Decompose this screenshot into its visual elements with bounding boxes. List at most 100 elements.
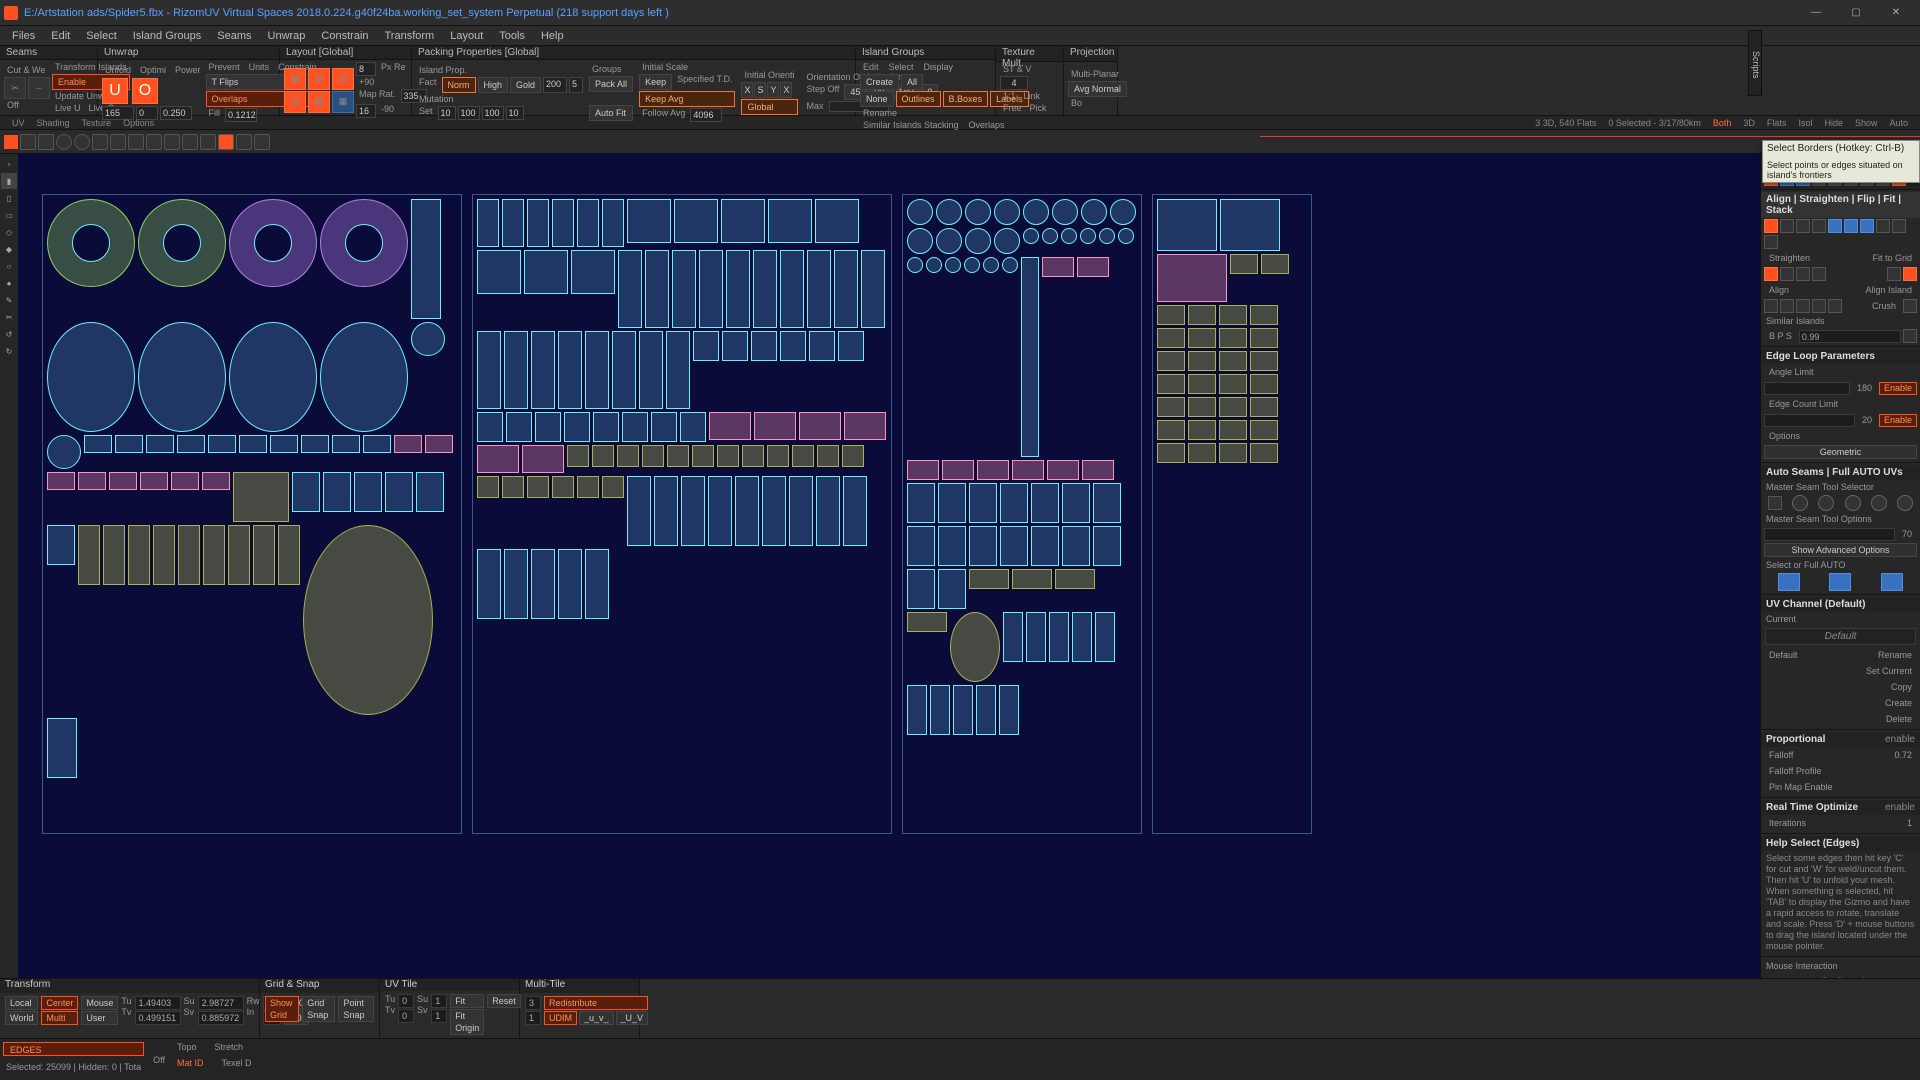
as-c1-icon[interactable] [1792,495,1808,511]
pack-button-2[interactable]: ▧ [308,68,330,90]
sel-tool-b-icon[interactable] [182,134,198,150]
tool-5[interactable]: ◆ [1,241,17,257]
norm-button[interactable]: Norm [442,77,476,93]
pointer-icon[interactable] [4,135,18,149]
align-5-icon[interactable] [1828,219,1842,233]
sel-rect-icon[interactable] [20,134,36,150]
menu-tools[interactable]: Tools [491,28,533,44]
menu-select[interactable]: Select [78,28,125,44]
as-c4-icon[interactable] [1871,495,1887,511]
align-2-icon[interactable] [1780,219,1794,233]
align-3-icon[interactable] [1796,219,1810,233]
menu-layout[interactable]: Layout [442,28,491,44]
sel-active-icon[interactable] [218,134,234,150]
str-4-icon[interactable] [1812,267,1826,281]
maximize-button[interactable]: ▢ [1836,3,1876,23]
geometric-button[interactable]: Geometric [1764,445,1917,459]
menu-unwrap[interactable]: Unwrap [260,28,314,44]
sel-tool-d-icon[interactable] [236,134,252,150]
as-c5-icon[interactable] [1897,495,1913,511]
count-enable-button[interactable]: Enable [1879,414,1917,427]
menu-island-groups[interactable]: Island Groups [125,28,209,44]
sel-rect2-icon[interactable] [38,134,54,150]
crush-icon[interactable] [1903,299,1917,313]
keepavg-button[interactable]: Keep Avg [639,91,735,107]
align-6-icon[interactable] [1844,219,1858,233]
menu-seams[interactable]: Seams [209,28,259,44]
fit-2-icon[interactable] [1903,267,1917,281]
optimize-button[interactable]: O [132,78,158,104]
menu-transform[interactable]: Transform [377,28,443,44]
sim-go-icon[interactable] [1903,329,1917,343]
tool-face[interactable]: ▯ [1,190,17,206]
fullauto-2-icon[interactable] [1829,573,1851,591]
close-button[interactable]: ✕ [1876,3,1916,23]
tool-7[interactable]: ● [1,275,17,291]
as-c3-icon[interactable] [1845,495,1861,511]
sel-wand-icon[interactable] [146,134,162,150]
packall-button[interactable]: Pack All [589,76,633,92]
align-1-icon[interactable] [1764,219,1778,233]
sel-tool-a-icon[interactable] [164,134,180,150]
menu-help[interactable]: Help [533,28,572,44]
menu-files[interactable]: Files [4,28,43,44]
show-advanced-button[interactable]: Show Advanced Options [1764,543,1917,557]
weld-tool-icon[interactable]: ⎯ [28,77,50,99]
tool-island[interactable]: ▭ [1,207,17,223]
showgrid-button[interactable]: Show Grid [265,996,299,1022]
al-5-icon[interactable] [1828,299,1842,313]
sel-tool-c-icon[interactable] [200,134,216,150]
tool-9[interactable]: ✂ [1,309,17,325]
sel-paint-icon[interactable] [128,134,144,150]
global-button[interactable]: Global [741,99,797,115]
as-c2-icon[interactable] [1818,495,1834,511]
al-3-icon[interactable] [1796,299,1810,313]
sel-circle2-icon[interactable] [74,134,90,150]
panel-multitile: Multi-Tile 31 Redistribute UDIM_u_v__U_V [520,979,640,1038]
unfold-button[interactable]: U [102,78,128,104]
align-9-icon[interactable] [1892,219,1906,233]
sel-lasso-icon[interactable] [110,134,126,150]
pack-button-3[interactable]: ▤ [332,68,354,90]
redistribute-button[interactable]: Redistribute [544,996,648,1010]
as-box-icon[interactable] [1768,496,1782,510]
tool-10[interactable]: ↺ [1,326,17,342]
sel-tool-e-icon[interactable] [254,134,270,150]
align-7-icon[interactable] [1860,219,1874,233]
tool-11[interactable]: ↻ [1,343,17,359]
al-4-icon[interactable] [1812,299,1826,313]
fit-1-icon[interactable] [1887,267,1901,281]
tool-8[interactable]: ✎ [1,292,17,308]
minimize-button[interactable]: — [1796,3,1836,23]
uv-viewport[interactable] [18,154,1760,1066]
al-2-icon[interactable] [1780,299,1794,313]
str-2-icon[interactable] [1780,267,1794,281]
fullauto-1-icon[interactable] [1778,573,1800,591]
al-1-icon[interactable] [1764,299,1778,313]
fullauto-3-icon[interactable] [1881,573,1903,591]
menu-edit[interactable]: Edit [43,28,78,44]
str-1-icon[interactable] [1764,267,1778,281]
tool-edge[interactable]: ▮ [1,173,17,189]
menu-constrain[interactable]: Constrain [313,28,376,44]
proportional-section: Proportional enable [1761,732,1920,747]
align-10-icon[interactable] [1764,235,1778,249]
tool-4[interactable]: ◇ [1,224,17,240]
align-8-icon[interactable] [1876,219,1890,233]
autofit-button[interactable]: Auto Fit [589,105,633,121]
mode-edges-badge[interactable]: EDGES [3,1042,144,1056]
pack-button-1[interactable]: ▦ [284,68,306,90]
tool-6[interactable]: ○ [1,258,17,274]
pack-button-6[interactable]: ▦ [332,91,354,113]
angle-enable-button[interactable]: Enable [1879,382,1917,395]
cut-tool-icon[interactable]: ✂ [4,77,26,99]
uv-default-select[interactable]: Default [1765,628,1916,645]
tool-vertex[interactable]: ▫ [1,156,17,172]
str-3-icon[interactable] [1796,267,1810,281]
align-4-icon[interactable] [1812,219,1826,233]
pack-button-4[interactable]: ▥ [284,91,306,113]
pack-button-5[interactable]: ▩ [308,91,330,113]
sel-poly-icon[interactable] [92,134,108,150]
scripts-tab[interactable]: Scripts [1748,30,1762,96]
sel-circle-icon[interactable] [56,134,72,150]
